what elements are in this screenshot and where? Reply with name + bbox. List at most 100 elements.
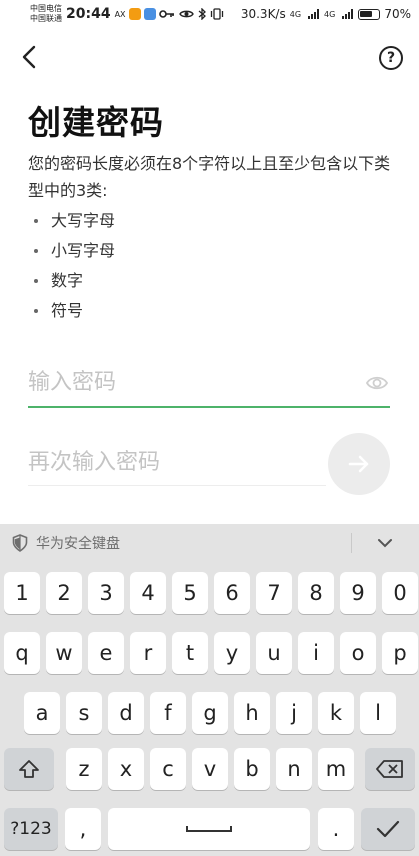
key-6[interactable]: 6 [214,572,250,614]
keyboard-title: 华为安全键盘 [36,536,120,552]
key-q[interactable]: q [4,632,40,674]
key-1[interactable]: 1 [4,572,40,614]
key-g[interactable]: g [192,692,228,734]
carrier-2: 中国联通 [30,14,62,23]
signal-bars-icon [308,9,320,19]
key-3[interactable]: 3 [88,572,124,614]
keyboard-header: 华为安全键盘 [0,524,419,562]
key-o[interactable]: o [340,632,376,674]
signal-bars-icon [342,9,354,19]
key-9[interactable]: 9 [340,572,376,614]
list-item: 数字 [28,266,115,296]
eye-status-icon [178,10,194,18]
status-icons [158,8,224,20]
next-button[interactable] [328,433,390,495]
symbols-key[interactable]: ?123 [4,808,58,850]
key-l[interactable]: l [360,692,396,734]
bullet [34,309,38,313]
shield-icon [12,534,28,552]
space-key[interactable] [108,808,310,850]
key-j[interactable]: j [276,692,312,734]
key-x[interactable]: x [108,748,144,790]
divider [351,533,352,553]
key-m[interactable]: m [318,748,354,790]
password-input[interactable] [28,369,348,395]
key-r[interactable]: r [130,632,166,674]
chevron-left-icon [22,45,36,69]
chevron-down-icon [378,539,392,548]
secure-keyboard: 华为安全键盘 ?123 , . 1234567890 qwertyuiop asdf… [0,524,419,856]
key-0[interactable]: 0 [382,572,418,614]
key-s[interactable]: s [66,692,102,734]
requirement-label: 符号 [51,301,84,320]
key-v[interactable]: v [192,748,228,790]
key-t[interactable]: t [172,632,208,674]
list-item: 小写字母 [28,236,115,266]
confirm-password-input[interactable] [28,450,326,475]
vibrate-icon [210,8,223,20]
key-i[interactable]: i [298,632,334,674]
key-8[interactable]: 8 [298,572,334,614]
page-title: 创建密码 [28,103,164,142]
backspace-icon [376,760,403,778]
period-key[interactable]: . [318,808,354,850]
key-icon [158,10,174,18]
key-z[interactable]: z [66,748,102,790]
shift-key[interactable] [4,748,54,790]
key-7[interactable]: 7 [256,572,292,614]
key-f[interactable]: f [150,692,186,734]
question-circle-icon: ? [386,50,396,66]
password-rules-description: 您的密码长度必须在8个字符以上且至少包含以下类型中的3类: [28,154,391,200]
backspace-key[interactable] [365,748,415,790]
list-item: 符号 [28,296,115,326]
collapse-keyboard-button[interactable] [371,532,399,554]
space-icon [186,826,232,832]
password-field [28,358,390,408]
ax-label: AX [114,9,126,19]
key-y[interactable]: y [214,632,250,674]
done-key[interactable] [361,808,415,850]
bullet [34,219,38,223]
app-notification-icon [128,8,141,20]
key-d[interactable]: d [108,692,144,734]
arrow-right-icon [348,455,369,473]
signal-1-icon: 4G [289,9,302,19]
help-button[interactable]: ? [379,46,403,70]
key-w[interactable]: w [46,632,82,674]
comma-key[interactable]: , [65,808,101,850]
battery-level: 70% [384,7,411,21]
signal-2-icon: 4G [324,9,336,19]
confirm-password-field [28,440,326,486]
key-b[interactable]: b [234,748,270,790]
status-time: 20:44 [66,6,111,22]
carrier-labels: 中国电信 中国联通 [30,4,62,24]
requirements-list: 大写字母 小写字母 数字 符号 [28,206,115,326]
key-e[interactable]: e [88,632,124,674]
status-bar: 中国电信 中国联通 20:44 AX 30.3K/s 4G 4G 70% [0,0,419,28]
network-speed: 30.3K/s [240,7,286,21]
bullet [34,279,38,283]
checkmark-icon [376,820,400,838]
key-u[interactable]: u [256,632,292,674]
requirement-label: 数字 [51,271,84,290]
bullet [34,249,38,253]
key-a[interactable]: a [24,692,60,734]
shift-icon [19,760,39,778]
requirement-label: 大写字母 [51,211,116,230]
requirement-label: 小写字母 [51,241,116,260]
key-h[interactable]: h [234,692,270,734]
bluetooth-icon [198,8,206,20]
back-button[interactable] [14,42,44,72]
list-item: 大写字母 [28,206,115,236]
key-p[interactable]: p [382,632,418,674]
carrier-1: 中国电信 [30,4,62,13]
key-n[interactable]: n [276,748,312,790]
key-4[interactable]: 4 [130,572,166,614]
app-notification-icon [143,8,156,20]
key-5[interactable]: 5 [172,572,208,614]
key-2[interactable]: 2 [46,572,82,614]
key-c[interactable]: c [150,748,186,790]
status-right: 30.3K/s 4G 4G 70% [241,7,411,21]
key-k[interactable]: k [318,692,354,734]
show-password-eye-icon[interactable] [366,372,388,394]
